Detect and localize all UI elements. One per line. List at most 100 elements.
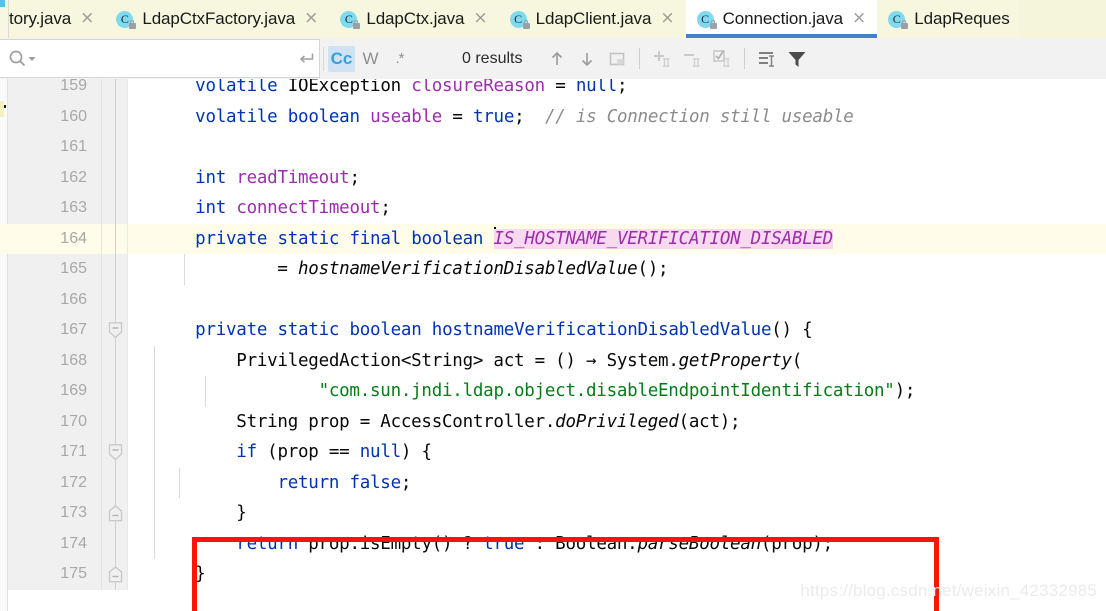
code-line-row[interactable]: 173 } <box>0 498 1106 529</box>
fold-collapse-icon[interactable] <box>108 322 123 339</box>
tab-ldapctxfactory-java[interactable]: C LdapCtxFactory.java × <box>105 0 330 38</box>
tab-ldapclient-java[interactable]: C LdapClient.java × <box>498 0 686 38</box>
find-in-file-toolbar: Cc W .* 0 results <box>0 38 1106 79</box>
code-text[interactable]: "com.sun.jndi.ldap.object.disableEndpoin… <box>128 376 1106 407</box>
code-line-row[interactable]: 163 int connectTimeout; <box>0 193 1106 224</box>
code-line-row[interactable]: 160 volatile boolean useable = true; // … <box>0 101 1106 133</box>
code-text[interactable]: = hostnameVerificationDisabledValue(); <box>128 254 1106 285</box>
match-case-toggle[interactable]: Cc <box>328 45 355 72</box>
code-text[interactable]: String prop = AccessController.doPrivile… <box>128 406 1106 437</box>
tab-ldapctx-java[interactable]: C LdapCtx.java × <box>329 0 499 38</box>
fold-column[interactable] <box>102 101 128 132</box>
code-line-row[interactable]: 166 <box>0 284 1106 316</box>
fold-column[interactable] <box>102 254 128 285</box>
code-line-row[interactable]: 161 <box>0 132 1106 163</box>
code-lines: 159 volatile IOException closureReason =… <box>0 79 1106 590</box>
code-line-row[interactable]: 170 String prop = AccessController.doPri… <box>0 406 1106 437</box>
fold-column[interactable] <box>102 132 128 163</box>
line-number: 173 <box>8 498 102 529</box>
code-text[interactable]: } <box>128 498 1106 529</box>
regex-toggle[interactable]: .* <box>386 46 413 72</box>
tab-label: tory.java <box>9 9 72 28</box>
watermark-text: https://blog.csdn.net/weixin_42332985 <box>800 581 1097 600</box>
close-icon[interactable]: × <box>78 9 96 29</box>
search-input[interactable] <box>36 49 293 68</box>
code-text[interactable]: return false; <box>128 467 1106 498</box>
code-text[interactable]: int connectTimeout; <box>128 193 1106 224</box>
tab-ldaprequest-java[interactable]: C LdapReques <box>877 0 1019 38</box>
code-editor[interactable]: 159 volatile IOException closureReason =… <box>0 79 1106 611</box>
code-text[interactable]: private static final boolean IS_HOSTNAME… <box>128 224 1106 255</box>
code-line-row[interactable]: 172 return false; <box>0 467 1106 498</box>
fold-column[interactable] <box>102 406 128 437</box>
code-text[interactable]: private static boolean hostnameVerificat… <box>128 315 1106 346</box>
tab-label: Connection.java <box>722 9 844 28</box>
code-line-row[interactable]: 167 private static boolean hostnameVerif… <box>0 315 1106 346</box>
code-text[interactable] <box>128 285 1106 316</box>
fold-column[interactable] <box>102 284 128 315</box>
code-line-row[interactable]: 168 PrivilegedAction<String> act = () → … <box>0 345 1106 376</box>
close-icon[interactable]: × <box>850 9 868 29</box>
fold-column[interactable] <box>102 376 128 407</box>
code-line-row[interactable]: 159 volatile IOException closureReason =… <box>0 79 1106 102</box>
find-in-selection-button[interactable] <box>752 44 782 74</box>
code-text[interactable]: return prop.isEmpty() ? true : Boolean.p… <box>128 528 1106 559</box>
close-icon[interactable]: × <box>302 9 320 29</box>
arrow-up-icon <box>552 51 563 65</box>
line-number: 162 <box>8 162 102 193</box>
find-in-selection-icon <box>759 51 775 67</box>
close-icon[interactable]: × <box>658 9 676 29</box>
code-text[interactable]: int readTimeout; <box>128 163 1106 194</box>
code-line-row[interactable]: 165 = hostnameVerificationDisabledValue(… <box>0 254 1106 285</box>
tab-connection-java[interactable]: C Connection.java × <box>685 0 878 38</box>
select-all-occurrences-button[interactable] <box>707 44 737 74</box>
tab-label: LdapCtx.java <box>366 9 465 28</box>
open-in-find-window-button[interactable] <box>602 44 632 74</box>
java-class-icon: C <box>696 10 717 29</box>
code-line-row[interactable]: 171 if (prop == null) { <box>0 437 1106 468</box>
fold-column[interactable] <box>102 162 128 193</box>
arrow-down-icon <box>582 52 593 66</box>
code-line-row[interactable]: 169 "com.sun.jndi.ldap.object.disableEnd… <box>0 376 1106 407</box>
code-text[interactable]: PrivilegedAction<String> act = () → Syst… <box>128 345 1106 376</box>
add-occurrence-button[interactable] <box>647 44 677 74</box>
line-number: 175 <box>8 559 102 590</box>
fold-column[interactable] <box>102 437 128 468</box>
code-line-row[interactable]: 162 int readTimeout; <box>0 162 1106 194</box>
line-number: 174 <box>8 528 102 559</box>
code-text[interactable] <box>128 132 1106 163</box>
whole-words-toggle[interactable]: W <box>357 46 384 72</box>
fold-column[interactable] <box>102 498 128 529</box>
close-icon[interactable]: × <box>471 9 489 29</box>
fold-end-icon[interactable] <box>108 566 123 583</box>
fold-column[interactable] <box>102 345 128 376</box>
toolbar-divider <box>639 48 641 69</box>
code-line-row-current[interactable]: 164 private static final boolean IS_HOST… <box>0 223 1106 255</box>
fold-column[interactable] <box>102 559 128 590</box>
code-text[interactable]: volatile IOException closureReason = nul… <box>128 79 1106 102</box>
find-next-button[interactable] <box>572 44 602 74</box>
line-number: 168 <box>8 345 102 376</box>
remove-occurrence-icon <box>684 53 700 67</box>
find-previous-button[interactable] <box>542 44 572 74</box>
open-in-find-window-icon <box>610 52 625 65</box>
fold-end-icon[interactable] <box>108 505 123 522</box>
fold-column[interactable] <box>102 223 128 254</box>
remove-occurrence-button[interactable] <box>677 44 707 74</box>
line-number: 166 <box>8 284 102 315</box>
tab-ldapctxfactory-truncated[interactable]: tory.java × <box>9 0 106 38</box>
new-line-icon[interactable] <box>293 49 319 68</box>
fold-column[interactable] <box>102 193 128 224</box>
fold-column[interactable] <box>102 315 128 346</box>
search-field-wrapper[interactable] <box>0 39 320 78</box>
fold-column[interactable] <box>102 79 128 102</box>
fold-collapse-icon[interactable] <box>108 444 123 461</box>
fold-column[interactable] <box>102 528 128 559</box>
tab-scroll-marker <box>0 0 5 7</box>
filter-button[interactable] <box>782 44 812 74</box>
search-icon[interactable] <box>8 49 36 68</box>
code-text[interactable]: if (prop == null) { <box>128 437 1106 468</box>
fold-column[interactable] <box>102 467 128 498</box>
code-line-row[interactable]: 174 return prop.isEmpty() ? true : Boole… <box>0 528 1106 559</box>
code-text[interactable]: volatile boolean useable = true; // is C… <box>128 102 1106 133</box>
